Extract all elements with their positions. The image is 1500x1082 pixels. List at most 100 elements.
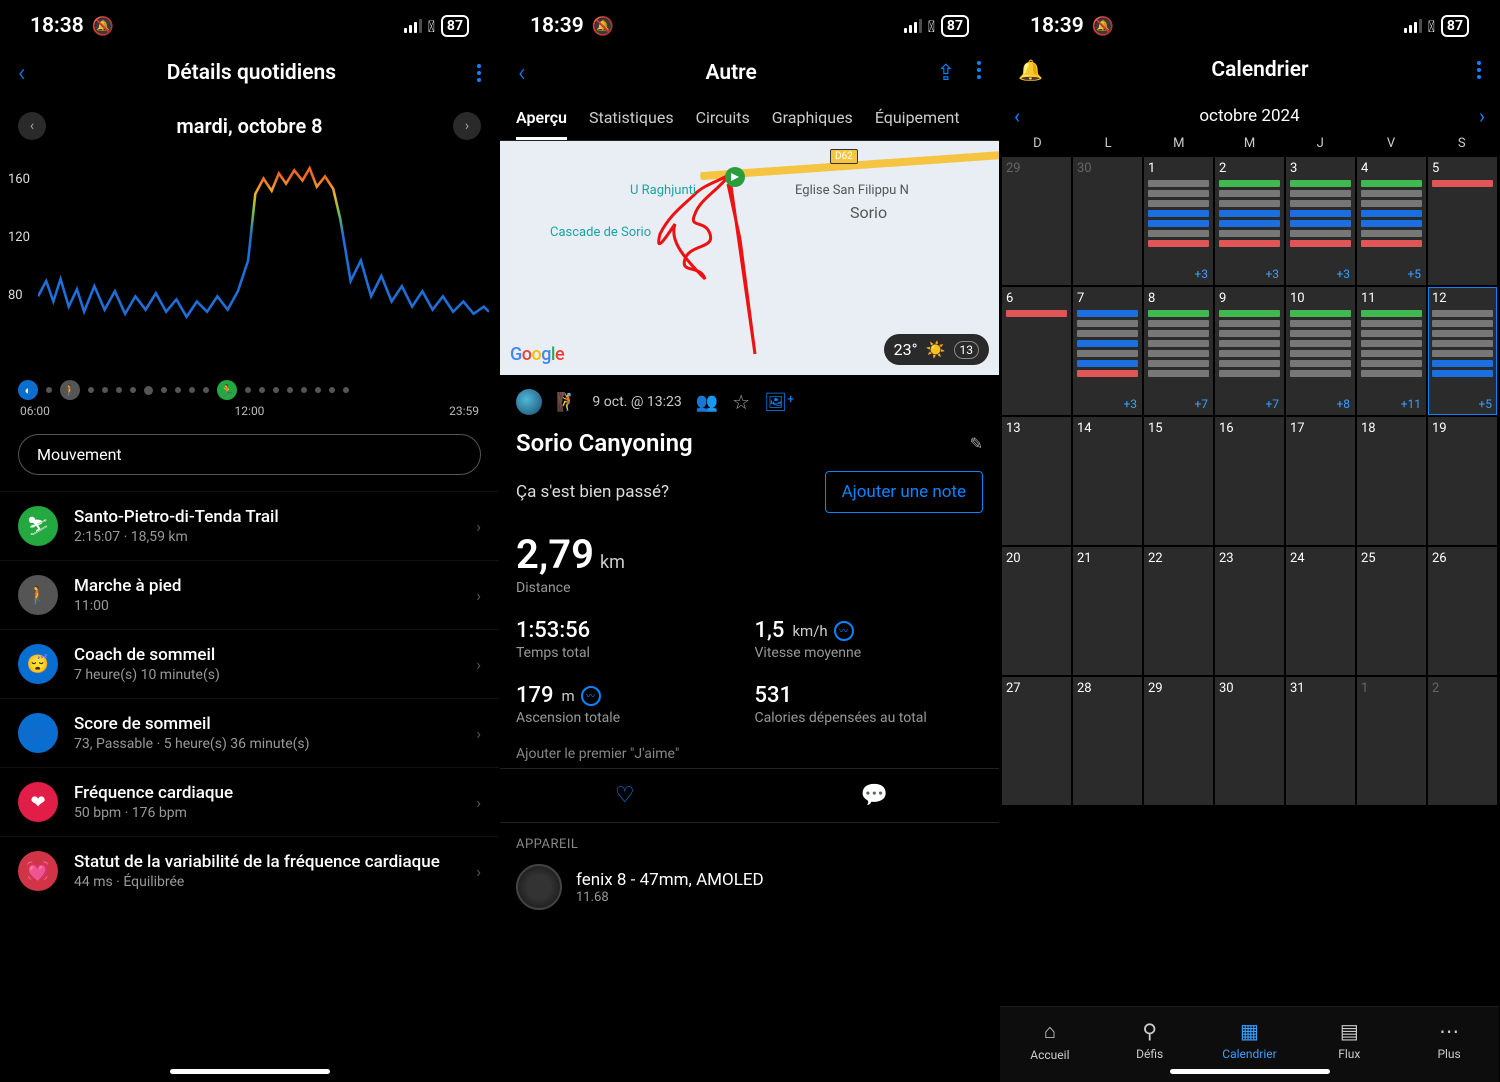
screen-activity-detail: 18:39 🔕 􀙇 87 ‹ Autre ⇪ AperçuStatistique… [500,0,1000,1082]
heart-rate-chart[interactable]: 160 120 80 [4,158,489,378]
calendar-day[interactable]: 5 [1428,157,1497,285]
nav-icon: ⋯ [1399,1019,1499,1043]
list-item[interactable]: 💤 Score de sommeil73, Passable · 5 heure… [0,698,499,767]
add-photo-icon[interactable]: 🖼⁺ [764,392,794,413]
calendar-day[interactable]: 30 [1215,677,1284,805]
calendar-day[interactable]: 30 [1073,157,1142,285]
date-nav: ‹ mardi, octobre 8 › [0,104,499,154]
google-logo: Google [510,344,564,365]
page-title: Calendrier [1043,58,1477,82]
calendar-day[interactable]: 8 +7 [1144,287,1213,415]
back-button[interactable]: ‹ [518,58,526,88]
calendar-day[interactable]: 14 [1073,417,1142,545]
chevron-right-icon: › [476,517,481,536]
people-icon[interactable]: 👥 [696,392,718,413]
comment-button[interactable]: 💬 [750,769,1000,822]
back-button[interactable]: ‹ [18,58,26,88]
more-badge: +7 [1265,397,1279,411]
nav-icon: ▦ [1200,1019,1300,1043]
tab-statistiques[interactable]: Statistiques [589,108,674,140]
home-indicator[interactable] [1170,1069,1330,1074]
avatar[interactable] [516,389,542,415]
prev-month-button[interactable]: ‹ [1014,104,1020,128]
calendar-day[interactable]: 17 [1286,417,1355,545]
menu-button[interactable] [477,64,481,82]
nav-défis[interactable]: ⚲Défis [1100,1019,1200,1062]
calendar-day[interactable]: 3 +3 [1286,157,1355,285]
nav-flux[interactable]: ▤Flux [1299,1019,1399,1062]
battery-icon: 87 [441,15,469,37]
calendar-day[interactable]: 21 [1073,547,1142,675]
calendar-day[interactable]: 16 [1215,417,1284,545]
list-item[interactable]: ⛷ Santo-Pietro-di-Tenda Trail2:15:07 · 1… [0,491,499,560]
calendar-day[interactable]: 26 [1428,547,1497,675]
calendar-day[interactable]: 12 +5 [1428,287,1497,415]
nav-plus[interactable]: ⋯Plus [1399,1019,1499,1062]
chart-x-labels: 06:0012:0023:59 [0,400,499,418]
activity-icon: 😴 [18,644,58,684]
calendar-day[interactable]: 25 [1357,547,1426,675]
nav-calendrier[interactable]: ▦Calendrier [1200,1019,1300,1062]
calendar-day[interactable]: 1 +3 [1144,157,1213,285]
device-version: 11.68 [576,890,764,905]
add-note-button[interactable]: Ajouter une note [825,471,983,513]
calendar-day[interactable]: 31 [1286,677,1355,805]
list-item[interactable]: ❤ Fréquence cardiaque50 bpm · 176 bpm › [0,767,499,836]
device-row[interactable]: fenix 8 - 47mm, AMOLED 11.68 [516,864,983,910]
chevron-right-icon: › [476,862,481,881]
nav-accueil[interactable]: ⌂Accueil [1000,1019,1100,1062]
next-month-button[interactable]: › [1479,104,1485,128]
calendar-day[interactable]: 9 +7 [1215,287,1284,415]
calendar-day[interactable]: 19 [1428,417,1497,545]
calendar-day[interactable]: 10 +8 [1286,287,1355,415]
calendar-day[interactable]: 23 [1215,547,1284,675]
screen-calendar: 18:39 🔕 􀙇 87 🔔 Calendrier ‹ octobre 2024… [1000,0,1500,1082]
home-indicator[interactable] [170,1069,330,1074]
next-day-button[interactable]: › [453,112,481,140]
calendar-day[interactable]: 1 [1357,677,1426,805]
calendar-day[interactable]: 15 [1144,417,1213,545]
list-item[interactable]: 🚶 Marche à pied11:00 › [0,560,499,629]
pulse-icon: 〰 [834,621,854,641]
menu-button[interactable] [977,61,981,86]
calendar-day[interactable]: 29 [1144,677,1213,805]
tab-équipement[interactable]: Équipement [875,108,960,140]
notifications-button[interactable]: 🔔 [1018,58,1043,82]
calendar-day[interactable]: 22 [1144,547,1213,675]
more-badge: +5 [1478,397,1492,411]
calendar-day[interactable]: 6 [1002,287,1071,415]
calendar-day[interactable]: 7 +3 [1073,287,1142,415]
list-item[interactable]: 😴 Coach de sommeil7 heure(s) 10 minute(s… [0,629,499,698]
calendar-day[interactable]: 28 [1073,677,1142,805]
menu-button[interactable] [1477,61,1481,79]
weather-badge[interactable]: 23° ☀️ 13 [884,334,989,365]
calendar-day[interactable]: 27 [1002,677,1071,805]
calendar-day[interactable]: 18 [1357,417,1426,545]
calendar-day[interactable]: 11 +11 [1357,287,1426,415]
tab-circuits[interactable]: Circuits [696,108,750,140]
like-button[interactable]: ♡ [500,769,750,822]
calendar-day[interactable]: 2 +3 [1215,157,1284,285]
movement-chip[interactable]: Mouvement [18,434,481,475]
tab-aperçu[interactable]: Aperçu [516,108,567,140]
list-item[interactable]: 💓 Statut de la variabilité de la fréquen… [0,836,499,905]
chart-timeline[interactable]: ◐ 🚶 🏃 [0,380,499,400]
share-icon[interactable]: ⇪ [937,61,955,86]
stat-cell: 531 Calories dépensées au total [755,683,984,726]
calendar-day[interactable]: 13 [1002,417,1071,545]
timeline-walk-icon: 🚶 [60,380,80,400]
calendar-day[interactable]: 20 [1002,547,1071,675]
status-bar: 18:38 🔕 􀙇 87 [0,0,499,46]
status-time: 18:39 [530,14,584,38]
calendar-day[interactable]: 4 +5 [1357,157,1426,285]
calendar-day[interactable]: 24 [1286,547,1355,675]
like-prompt[interactable]: Ajouter le premier "J'aime" [500,726,999,768]
favorite-button[interactable]: ☆ [732,390,750,414]
activity-map[interactable]: D62 U Raghjunti Cascade de Sorio Sorio E… [500,141,999,375]
tab-graphiques[interactable]: Graphiques [772,108,853,140]
calendar-day[interactable]: 29 [1002,157,1071,285]
calendar-day[interactable]: 2 [1428,677,1497,805]
edit-button[interactable]: ✎ [970,434,983,453]
stat-cell: 179m〰 Ascension totale [516,683,745,726]
prev-day-button[interactable]: ‹ [18,112,46,140]
